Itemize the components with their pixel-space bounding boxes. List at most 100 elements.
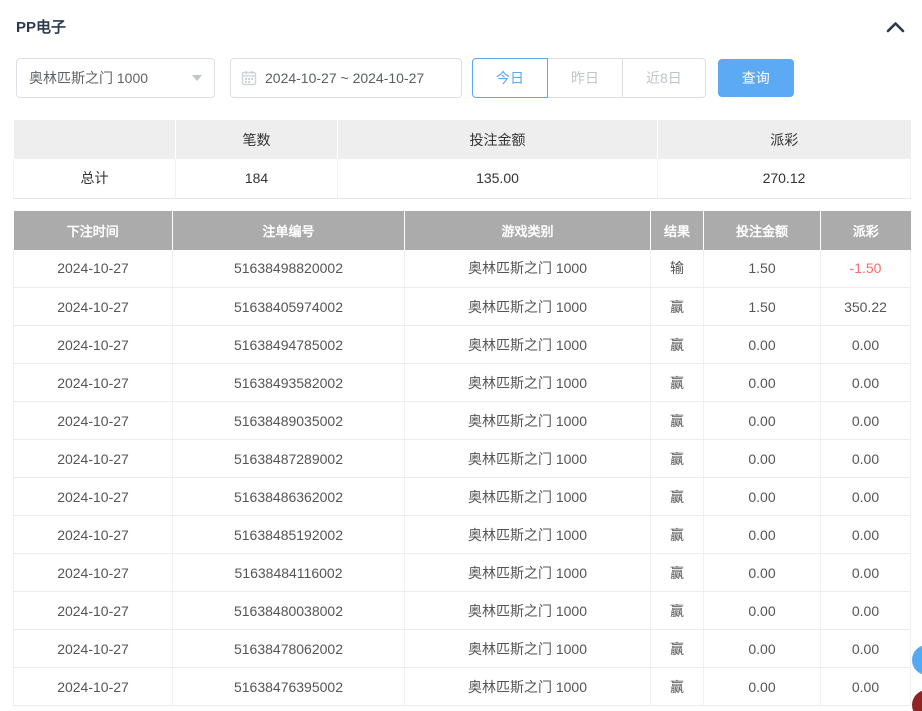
ticket-number-cell: 51638489035002 (173, 402, 405, 440)
payout-cell: 0.00 (821, 554, 911, 592)
detail-header-bet-amount: 投注金额 (704, 211, 821, 250)
detail-header-bet-time: 下注时间 (14, 211, 173, 250)
table-row: 2024-10-2751638494785002奥林匹斯之门 1000赢0.00… (14, 326, 911, 364)
result-cell: 赢 (651, 592, 704, 630)
payout-cell: -1.50 (821, 250, 911, 288)
table-row: 2024-10-2751638484116002奥林匹斯之门 1000赢0.00… (14, 554, 911, 592)
game-select[interactable]: 奥林匹斯之门 1000 (16, 58, 215, 98)
payout-cell: 0.00 (821, 478, 911, 516)
result-cell: 赢 (651, 630, 704, 668)
bet-amount-cell: 0.00 (704, 440, 821, 478)
table-row: 2024-10-2751638498820002奥林匹斯之门 1000输1.50… (14, 250, 911, 288)
game-category-cell: 奥林匹斯之门 1000 (405, 250, 651, 288)
bet-amount-cell: 0.00 (704, 364, 821, 402)
yesterday-button[interactable]: 昨日 (547, 58, 623, 98)
bet-amount-cell: 0.00 (704, 592, 821, 630)
summary-total-payout: 270.12 (658, 159, 911, 198)
result-cell: 赢 (651, 364, 704, 402)
summary-total-bet-amount: 135.00 (338, 159, 658, 198)
table-row: 2024-10-2751638487289002奥林匹斯之门 1000赢0.00… (14, 440, 911, 478)
bet-time-cell: 2024-10-27 (14, 364, 173, 402)
ticket-number-cell: 51638485192002 (173, 516, 405, 554)
result-cell: 赢 (651, 554, 704, 592)
detail-header-game-category: 游戏类别 (405, 211, 651, 250)
table-row: 2024-10-2751638480038002奥林匹斯之门 1000赢0.00… (14, 592, 911, 630)
bet-amount-cell: 0.00 (704, 478, 821, 516)
game-category-cell: 奥林匹斯之门 1000 (405, 326, 651, 364)
last-8-days-button[interactable]: 近8日 (622, 58, 706, 98)
bet-time-cell: 2024-10-27 (14, 440, 173, 478)
detail-header-ticket-number: 注单编号 (173, 211, 405, 250)
page-title: PP电子 (16, 16, 66, 37)
date-range-picker[interactable]: 2024-10-27 ~ 2024-10-27 (230, 58, 462, 98)
payout-cell: 0.00 (821, 402, 911, 440)
panel-header: PP电子 (13, 0, 910, 37)
detail-table-body: 2024-10-2751638498820002奥林匹斯之门 1000输1.50… (14, 250, 911, 706)
result-cell: 赢 (651, 516, 704, 554)
today-button[interactable]: 今日 (472, 58, 548, 98)
bet-time-cell: 2024-10-27 (14, 630, 173, 668)
bet-amount-cell: 0.00 (704, 326, 821, 364)
detail-header-payout: 派彩 (821, 211, 911, 250)
pp-electronic-panel: PP电子 奥林匹斯之门 1000 2024-10-27 (0, 0, 922, 706)
chevron-up-icon (886, 21, 905, 33)
quick-date-button-group: 今日 昨日 近8日 (472, 58, 706, 98)
table-row: 2024-10-2751638405974002奥林匹斯之门 1000赢1.50… (14, 288, 911, 326)
bet-amount-cell: 0.00 (704, 554, 821, 592)
bet-time-cell: 2024-10-27 (14, 592, 173, 630)
game-category-cell: 奥林匹斯之门 1000 (405, 402, 651, 440)
detail-header-row: 下注时间 注单编号 游戏类别 结果 投注金额 派彩 (14, 211, 911, 250)
game-category-cell: 奥林匹斯之门 1000 (405, 478, 651, 516)
summary-header-row: 笔数 投注金额 派彩 (14, 120, 911, 159)
ticket-number-cell: 51638487289002 (173, 440, 405, 478)
result-cell: 赢 (651, 440, 704, 478)
bet-time-cell: 2024-10-27 (14, 554, 173, 592)
bet-records-table: 下注时间 注单编号 游戏类别 结果 投注金额 派彩 2024-10-275163… (13, 211, 911, 707)
summary-header-payout: 派彩 (658, 120, 911, 159)
bet-amount-cell: 1.50 (704, 250, 821, 288)
game-category-cell: 奥林匹斯之门 1000 (405, 554, 651, 592)
summary-total-label: 总计 (14, 159, 176, 198)
summary-table: 笔数 投注金额 派彩 总计 184 135.00 270.12 (13, 120, 911, 199)
bet-time-cell: 2024-10-27 (14, 668, 173, 706)
ticket-number-cell: 51638493582002 (173, 364, 405, 402)
game-category-cell: 奥林匹斯之门 1000 (405, 668, 651, 706)
table-row: 2024-10-2751638476395002奥林匹斯之门 1000赢0.00… (14, 668, 911, 706)
summary-header-bet-amount: 投注金额 (338, 120, 658, 159)
collapse-button[interactable] (886, 21, 905, 33)
result-cell: 输 (651, 250, 704, 288)
payout-cell: 0.00 (821, 630, 911, 668)
game-category-cell: 奥林匹斯之门 1000 (405, 364, 651, 402)
bet-amount-cell: 0.00 (704, 668, 821, 706)
bet-amount-cell: 0.00 (704, 402, 821, 440)
game-category-cell: 奥林匹斯之门 1000 (405, 592, 651, 630)
game-category-cell: 奥林匹斯之门 1000 (405, 288, 651, 326)
calendar-icon (241, 70, 257, 86)
search-button[interactable]: 查询 (718, 59, 794, 97)
payout-cell: 0.00 (821, 440, 911, 478)
bet-time-cell: 2024-10-27 (14, 250, 173, 288)
table-row: 2024-10-2751638489035002奥林匹斯之门 1000赢0.00… (14, 402, 911, 440)
bet-time-cell: 2024-10-27 (14, 402, 173, 440)
bet-amount-cell: 0.00 (704, 630, 821, 668)
bet-time-cell: 2024-10-27 (14, 288, 173, 326)
bet-amount-cell: 1.50 (704, 288, 821, 326)
table-row: 2024-10-2751638485192002奥林匹斯之门 1000赢0.00… (14, 516, 911, 554)
result-cell: 赢 (651, 326, 704, 364)
result-cell: 赢 (651, 668, 704, 706)
table-row: 2024-10-2751638486362002奥林匹斯之门 1000赢0.00… (14, 478, 911, 516)
summary-total-row: 总计 184 135.00 270.12 (14, 159, 911, 198)
payout-cell: 0.00 (821, 516, 911, 554)
table-row: 2024-10-2751638478062002奥林匹斯之门 1000赢0.00… (14, 630, 911, 668)
payout-cell: 0.00 (821, 668, 911, 706)
ticket-number-cell: 51638480038002 (173, 592, 405, 630)
ticket-number-cell: 51638498820002 (173, 250, 405, 288)
payout-cell: 0.00 (821, 364, 911, 402)
payout-cell: 0.00 (821, 326, 911, 364)
ticket-number-cell: 51638476395002 (173, 668, 405, 706)
payout-cell: 350.22 (821, 288, 911, 326)
summary-header-blank (14, 120, 176, 159)
table-row: 2024-10-2751638493582002奥林匹斯之门 1000赢0.00… (14, 364, 911, 402)
date-range-value: 2024-10-27 ~ 2024-10-27 (265, 70, 424, 86)
ticket-number-cell: 51638494785002 (173, 326, 405, 364)
